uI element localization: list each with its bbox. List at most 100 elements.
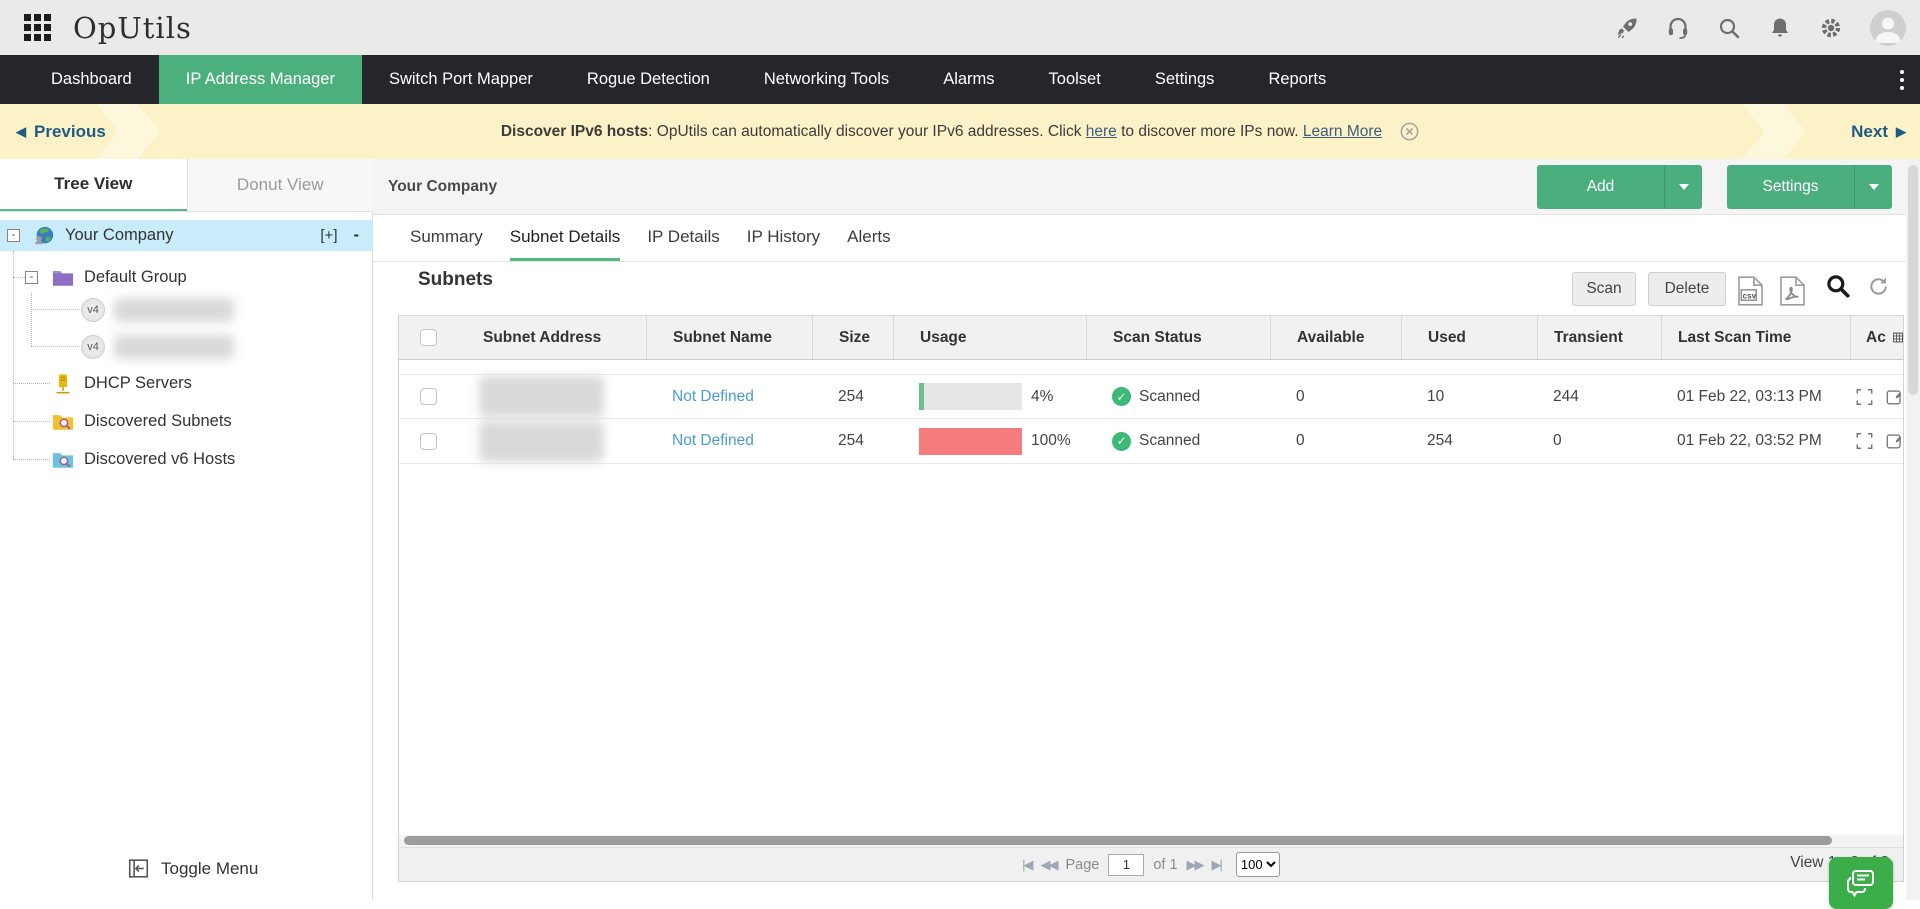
user-avatar[interactable] [1870, 10, 1906, 46]
scan-subnet-icon[interactable] [1856, 431, 1873, 451]
table-row[interactable]: Not Defined 254 4% ✓ Scanned 0 10 244 01… [399, 374, 1903, 419]
tab-summary[interactable]: Summary [410, 215, 483, 261]
page-number-input[interactable] [1108, 854, 1144, 876]
column-chooser-grid-icon[interactable] [1893, 330, 1903, 345]
tab-ip-history[interactable]: IP History [747, 215, 820, 261]
tree-node-discovered-subnets[interactable]: Discovered Subnets [0, 406, 373, 437]
settings-button[interactable]: Settings [1727, 165, 1892, 209]
subnet-name-link[interactable]: Not Defined [672, 388, 754, 406]
settings-dropdown-caret[interactable] [1854, 165, 1892, 209]
select-all-checkbox[interactable] [420, 329, 437, 346]
row-checkbox[interactable] [420, 433, 437, 450]
column-header-transient[interactable]: Transient [1537, 316, 1661, 359]
used-cell: 10 [1401, 375, 1537, 418]
tree-node-dhcp-servers[interactable]: DHCP Servers [0, 368, 373, 399]
nav-rogue-detection[interactable]: Rogue Detection [560, 55, 737, 104]
size-cell: 254 [812, 375, 893, 418]
tab-alerts[interactable]: Alerts [847, 215, 890, 261]
first-page-button[interactable]: |◀ [1022, 857, 1031, 873]
table-row[interactable]: Not Defined 254 100% ✓ Scanned 0 254 0 0… [399, 419, 1903, 464]
page-size-select[interactable]: 100 [1236, 852, 1280, 877]
previous-page-button[interactable]: ◀◀ [1040, 857, 1056, 873]
vertical-scrollbar[interactable] [1906, 159, 1920, 900]
last-page-button[interactable]: ▶| [1212, 857, 1221, 873]
table-search-icon[interactable] [1825, 273, 1851, 299]
horizontal-scrollbar[interactable] [399, 835, 1903, 847]
toggle-menu-button[interactable]: Toggle Menu [128, 858, 258, 879]
subnet-name-link[interactable]: Not Defined [672, 432, 754, 450]
vertical-scrollbar-thumb[interactable] [1908, 165, 1918, 395]
banner-previous-button[interactable]: ◀ Previous [16, 122, 106, 142]
tab-tree-view[interactable]: Tree View [0, 159, 187, 211]
tree-node-discovered-v6-hosts[interactable]: Discovered v6 Hosts [0, 444, 373, 475]
banner-chevron-decoration [1742, 104, 1806, 159]
nav-alarms[interactable]: Alarms [916, 55, 1021, 104]
nav-settings[interactable]: Settings [1128, 55, 1242, 104]
notifications-bell-icon[interactable] [1768, 16, 1792, 40]
banner-next-button[interactable]: Next ▶ [1851, 122, 1906, 142]
export-csv-icon[interactable]: csv [1737, 276, 1764, 306]
column-header-subnet-address[interactable]: Subnet Address [457, 316, 646, 359]
redacted-subnet-name [114, 298, 234, 322]
banner-here-link[interactable]: here [1086, 123, 1117, 140]
apps-grid-icon[interactable] [24, 14, 51, 41]
scan-status-cell: ✓ Scanned [1086, 375, 1270, 418]
column-header-used[interactable]: Used [1401, 316, 1537, 359]
horizontal-scrollbar-thumb[interactable] [404, 836, 1832, 845]
tree-node-your-company[interactable]: - Your Company [+] - [0, 220, 373, 251]
ipv4-badge: v4 [81, 298, 105, 322]
caret-down-icon [1869, 184, 1879, 190]
column-header-scan-status[interactable]: Scan Status [1086, 316, 1270, 359]
actions-cell [1850, 419, 1903, 463]
edit-subnet-icon[interactable] [1886, 431, 1903, 451]
page-count-label: of 1 [1153, 857, 1177, 873]
usage-bar [919, 383, 1022, 410]
nav-ip-address-manager[interactable]: IP Address Manager [159, 55, 362, 104]
row-checkbox[interactable] [420, 388, 437, 405]
refresh-icon[interactable] [1867, 275, 1890, 298]
nav-reports[interactable]: Reports [1241, 55, 1353, 104]
usage-bar [919, 428, 1022, 455]
nav-toolset[interactable]: Toolset [1022, 55, 1128, 104]
banner-dismiss-icon[interactable] [1400, 122, 1419, 141]
nav-dashboard[interactable]: Dashboard [24, 55, 159, 104]
scan-button[interactable]: Scan [1572, 272, 1636, 306]
column-header-subnet-name[interactable]: Subnet Name [646, 316, 812, 359]
tree-node-default-group[interactable]: - Default Group [0, 262, 373, 293]
column-header-usage[interactable]: Usage [893, 316, 1086, 359]
nav-overflow-kebab-icon[interactable] [1900, 55, 1904, 104]
sidebar: Tree View Donut View - Your Company [+] … [0, 159, 373, 900]
chat-support-fab[interactable] [1829, 857, 1893, 909]
last-scan-time-cell: 01 Feb 22, 03:13 PM [1661, 375, 1850, 418]
detail-tabs: Summary Subnet Details IP Details IP His… [373, 215, 1920, 262]
column-header-last-scan-time[interactable]: Last Scan Time [1661, 316, 1850, 359]
settings-gear-icon[interactable] [1819, 16, 1843, 40]
tab-ip-details[interactable]: IP Details [647, 215, 719, 261]
add-dropdown-caret[interactable] [1664, 165, 1702, 209]
scan-subnet-icon[interactable] [1856, 387, 1873, 407]
column-header-size[interactable]: Size [812, 316, 893, 359]
collapse-expander-icon[interactable]: - [25, 271, 38, 284]
delete-button[interactable]: Delete [1648, 272, 1726, 306]
next-page-button[interactable]: ▶▶ [1187, 857, 1203, 873]
banner-learn-more-link[interactable]: Learn More [1303, 123, 1382, 140]
tree-add-control[interactable]: [+] [320, 227, 337, 244]
tree-node-subnet-v4[interactable]: v4 [0, 294, 373, 325]
whats-new-rocket-icon[interactable] [1615, 16, 1639, 40]
support-headset-icon[interactable] [1666, 16, 1690, 40]
global-search-icon[interactable] [1717, 16, 1741, 40]
collapse-expander-icon[interactable]: - [7, 229, 20, 242]
tree-node-subnet-v4[interactable]: v4 [0, 331, 373, 362]
column-header-available[interactable]: Available [1270, 316, 1401, 359]
add-button[interactable]: Add [1537, 165, 1702, 209]
column-header-actions[interactable]: Ac [1850, 316, 1903, 359]
edit-subnet-icon[interactable] [1886, 387, 1903, 407]
export-pdf-icon[interactable] [1779, 276, 1806, 306]
tab-subnet-details[interactable]: Subnet Details [510, 215, 621, 261]
nav-switch-port-mapper[interactable]: Switch Port Mapper [362, 55, 560, 104]
tree-collapse-control[interactable]: - [354, 226, 360, 245]
tab-donut-view[interactable]: Donut View [187, 159, 374, 211]
toggle-menu-icon [128, 858, 149, 879]
nav-networking-tools[interactable]: Networking Tools [737, 55, 916, 104]
ipv6-discovery-banner: ◀ Previous Discover IPv6 hosts: OpUtils … [0, 104, 1920, 159]
